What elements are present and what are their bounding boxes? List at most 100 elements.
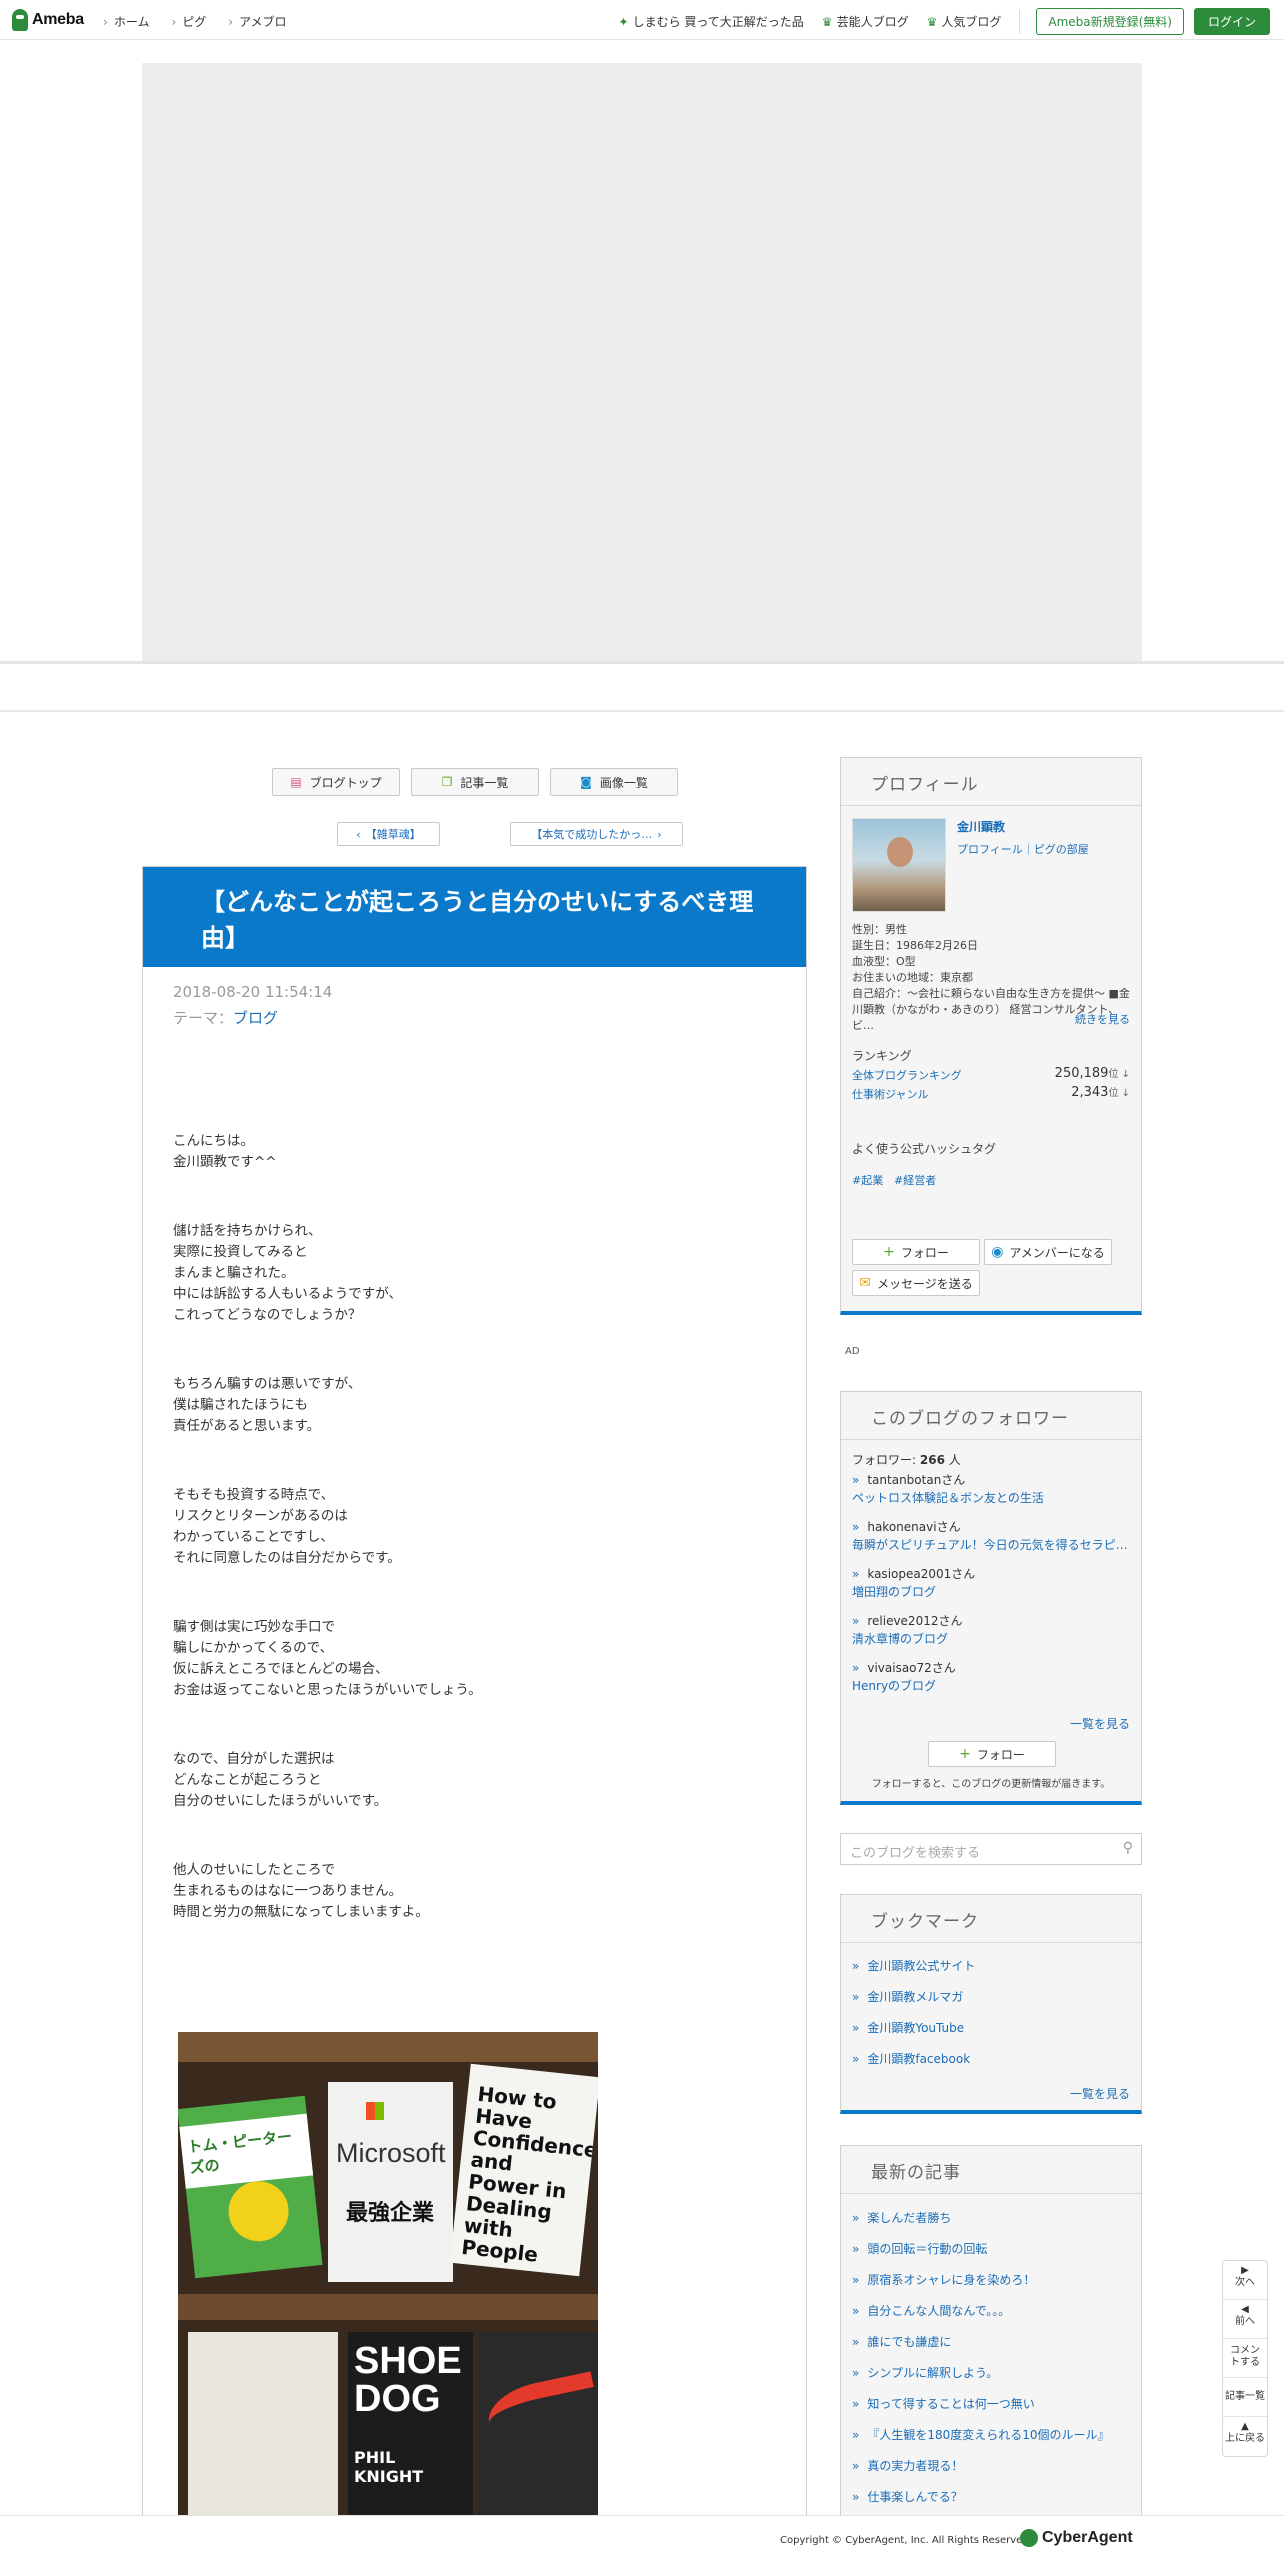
follower-blog-link[interactable]: 清水章博のブログ [852, 1630, 963, 1648]
follower-blog-link[interactable]: ペットロス体験記＆ボン友との生活 [852, 1489, 1044, 1507]
entry-list-float-label: 記事一覧 [1225, 2391, 1265, 2402]
popular-blog-link[interactable]: ♛ 人気ブログ [927, 13, 1002, 30]
cyberagent-logo-icon [1020, 2529, 1038, 2547]
plus-icon: + [883, 1244, 895, 1260]
prev-label: 前へ [1235, 2316, 1255, 2327]
recent-entry-link[interactable]: 知って得することは何一つ無い [852, 2395, 1034, 2412]
follow-button[interactable]: + フォロー [852, 1239, 980, 1265]
bookmarks-more-link[interactable]: 一覧を見る [1070, 2085, 1130, 2102]
ranking-label: ランキング [852, 1049, 912, 1063]
article-photo[interactable]: トム・ピーターズの Microsoft 最強企業 How to Have Con… [178, 2032, 598, 2537]
article-meta: 2018-08-20 11:54:14 テーマ：ブログ [143, 967, 806, 1031]
prev-button[interactable]: ◀ 前へ [1223, 2300, 1267, 2339]
follower-blog-link[interactable]: Henryのブログ [852, 1677, 956, 1695]
bookmarks-heading: ブックマーク [841, 1895, 1141, 1943]
amember-button[interactable]: ◉ アメンバーになる [984, 1239, 1112, 1265]
recent-entry-link[interactable]: 原宿系オシャレに身を染めろ！ [852, 2271, 1035, 2288]
next-button[interactable]: ▶ 次へ [1223, 2261, 1267, 2300]
overall-ranking-unit: 位 ↓ [1108, 1069, 1130, 1080]
article-line: わかっていることですし、 [173, 1529, 334, 1545]
follower-item[interactable]: vivaisao72さんHenryのブログ [852, 1659, 956, 1695]
ad-banner-area[interactable] [142, 63, 1142, 661]
article-line: 中には訴訟する人もいるようですが、 [173, 1286, 402, 1302]
article-line: 仮に訴えところでほとんどの場合、 [173, 1661, 389, 1677]
next-entry-button[interactable]: 【本気で成功したかっ… › [510, 822, 683, 846]
follower-item[interactable]: kasiopea2001さん増田翔のブログ [852, 1565, 975, 1601]
genre-ranking-link[interactable]: 仕事術ジャンル [852, 1086, 928, 1102]
register-button[interactable]: Ameba新規登録(無料) [1036, 8, 1184, 35]
article-theme: テーマ：ブログ [173, 1005, 806, 1031]
hashtag-link[interactable]: #経営者 [894, 1172, 936, 1188]
sparkle-icon: ✦ [618, 14, 629, 29]
theme-link[interactable]: ブログ [233, 1009, 278, 1027]
image-list-button[interactable]: ◙ 画像一覧 [550, 768, 678, 796]
nav-pigg[interactable]: ピグ [171, 13, 206, 30]
article-line: リスクとリターンがあるのは [173, 1508, 348, 1524]
follower-blog-link[interactable]: 毎瞬がスピリチュアル！今日の元気を得るセラピ… [852, 1536, 1128, 1554]
bookmark-link[interactable]: 金川顕教公式サイト [852, 1957, 975, 1974]
blog-search-input[interactable]: このブログを検索する ⚲ [840, 1833, 1142, 1865]
article-title[interactable]: 【どんなことが起ころうと自分のせいにするべき理由】 [143, 867, 806, 967]
next-label: 次へ [1235, 2277, 1255, 2288]
hashtag-label: よく使う公式ハッシュタグ [852, 1142, 997, 1156]
recent-entry-link[interactable]: 『人生観を180度変えられる10個のルール』 [852, 2426, 1109, 2443]
entry-list-button[interactable]: ❐ 記事一覧 [411, 768, 539, 796]
article-paragraph: こんにちは。 金川顕教です^^ [173, 1131, 806, 1173]
divider [1019, 9, 1021, 34]
header-right-nav: ✦ しまむら 買って大正解だった品 ♛ 芸能人ブログ ♛ 人気ブログ Ameba新規登… [619, 8, 1270, 35]
nav-ameblo[interactable]: アメブロ [228, 13, 286, 30]
back-to-top-button[interactable]: ▲ 上に戻る [1223, 2417, 1267, 2456]
ameba-logo[interactable]: Ameba [12, 9, 84, 31]
article-line: お金は返ってこないと思ったほうがいいでしょう。 [173, 1682, 482, 1698]
recent-entry-link[interactable]: シンプルに解釈しよう。 [852, 2364, 998, 2381]
overall-ranking-link[interactable]: 全体ブログランキング [852, 1067, 962, 1083]
article-line: 実際に投資してみると [173, 1244, 308, 1260]
chevron-left-icon: ‹ [356, 827, 361, 841]
recent-entry-link[interactable]: 仕事楽しんでる？ [852, 2488, 962, 2505]
genre-ranking-unit: 位 ↓ [1108, 1088, 1130, 1099]
bookmark-link[interactable]: 金川顕教メルマガ [852, 1988, 963, 2005]
article-paragraph: そもそも投資する時点で、 リスクとリターンがあるのは わかっていることですし、 それに… [173, 1485, 806, 1569]
follower-item[interactable]: tantanbotanさんペットロス体験記＆ボン友との生活 [852, 1471, 1044, 1507]
recent-heading: 最新の記事 [841, 2146, 1141, 2194]
trend-link[interactable]: ✦ しまむら 買って大正解だった品 [619, 13, 804, 30]
article-paragraph: なので、自分がした選択は どんなことが起ころうと 自分のせいにしたほうがいいです。 [173, 1749, 806, 1812]
search-icon[interactable]: ⚲ [1123, 1840, 1133, 1856]
celebrity-blog-link[interactable]: ♛ 芸能人ブログ [822, 13, 909, 30]
profile-links[interactable]: プロフィール｜ピグの部屋 [957, 841, 1089, 857]
login-button[interactable]: ログイン [1193, 8, 1270, 35]
entry-list-float-button[interactable]: 記事一覧 [1223, 2378, 1267, 2417]
follow-button[interactable]: + フォロー [928, 1741, 1056, 1767]
profile-heading: プロフィール [841, 758, 1141, 806]
bookmark-link[interactable]: 金川顕教YouTube [852, 2019, 964, 2036]
follower-item[interactable]: relieve2012さん清水章博のブログ [852, 1612, 963, 1648]
bookmark-link[interactable]: 金川顕教facebook [852, 2050, 970, 2067]
recent-entry-link[interactable]: 真の実力者現る！ [852, 2457, 963, 2474]
followers-more-link[interactable]: 一覧を見る [1070, 1715, 1130, 1732]
comment-label: コメントする [1230, 2345, 1260, 2368]
hashtag-link[interactable]: #起業 [852, 1172, 883, 1188]
recent-entry-link[interactable]: 自分こんな人間なんで。。。 [852, 2302, 1010, 2319]
recent-entry-link[interactable]: 誰にでも謙虚に [852, 2333, 951, 2350]
follower-count: フォロワー: 266 人 [852, 1451, 961, 1468]
message-button[interactable]: ✉ メッセージを送る [852, 1270, 980, 1296]
follower-item[interactable]: hakonenaviさん毎瞬がスピリチュアル！今日の元気を得るセラピ… [852, 1518, 1128, 1554]
cyberagent-logo[interactable]: CyberAgent [1020, 2529, 1133, 2547]
read-more-link[interactable]: 続きを見る [1075, 1011, 1130, 1027]
article-line: 時間と労力の無駄になってしまいますよ。 [173, 1904, 429, 1920]
floating-nav: ▶ 次へ ◀ 前へ コメントする 記事一覧 ▲ 上に戻る [1222, 2260, 1268, 2457]
image-list-label: 画像一覧 [599, 775, 648, 790]
blog-top-button[interactable]: ▤ ブログトップ [272, 768, 400, 796]
recent-entry-link[interactable]: 楽しんだ者勝ち [852, 2209, 951, 2226]
book-badge [225, 2178, 292, 2245]
book-title: トム・ピーターズの [179, 2113, 314, 2189]
comment-button[interactable]: コメントする [1223, 2339, 1267, 2378]
profile-name-link[interactable]: 金川顕教 [957, 818, 1005, 835]
amember-label: アメンバーになる [1009, 1245, 1105, 1260]
profile-avatar[interactable] [852, 818, 946, 912]
follower-blog-link[interactable]: 増田翔のブログ [852, 1583, 975, 1601]
nav-home[interactable]: ホーム [103, 13, 150, 30]
recent-entry-link[interactable]: 頭の回転＝行動の回転 [852, 2240, 987, 2257]
prev-entry-button[interactable]: ‹ 【雑草魂】 [337, 822, 440, 846]
article-line: 儲け話を持ちかけられ、 [173, 1223, 322, 1239]
